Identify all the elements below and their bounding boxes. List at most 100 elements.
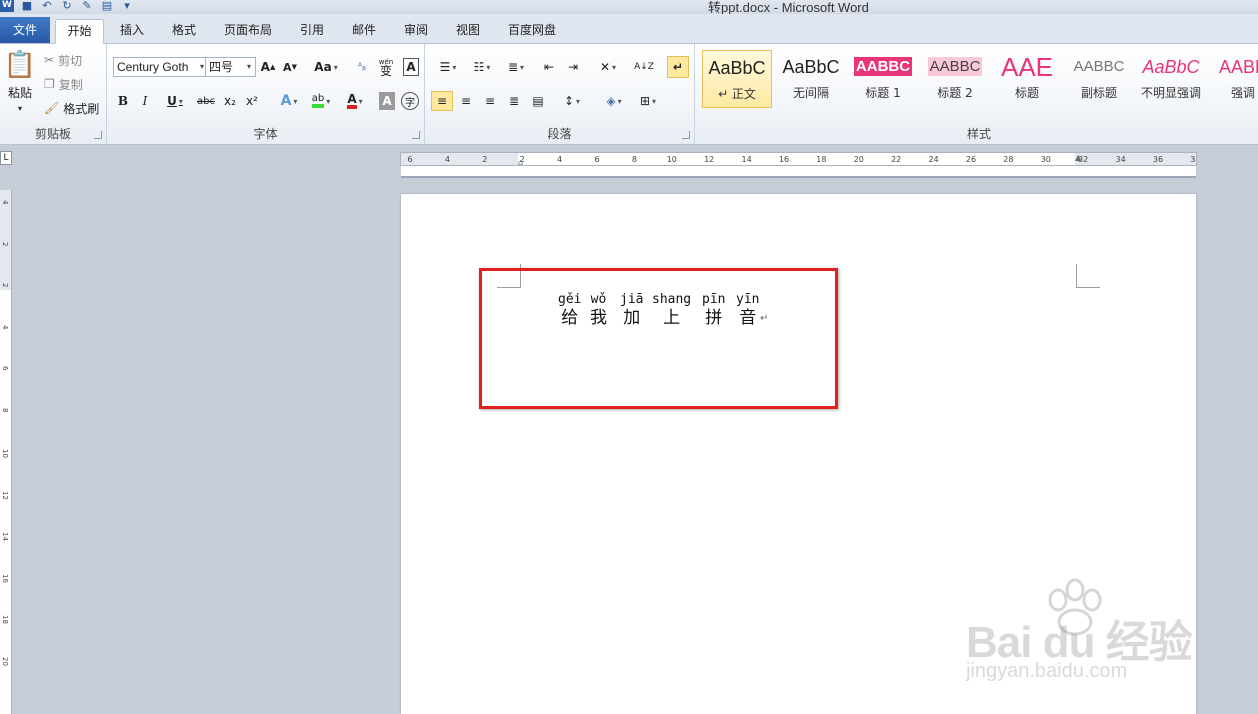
vertical-ruler-tick: 20 (1, 656, 9, 666)
style-emphasis-preview: AABE (1218, 57, 1258, 77)
strikethrough-button[interactable]: abc (195, 92, 217, 110)
tab-insert[interactable]: 插入 (110, 19, 154, 44)
font-name-field[interactable]: Century Goth ▾ (113, 57, 209, 77)
style-heading-1[interactable]: AABBC 标题 1 (848, 50, 918, 108)
show-formatting-marks-icon[interactable]: ↵ (667, 56, 689, 78)
style-heading-1-label: 标题 1 (865, 86, 901, 100)
vertical-ruler-tick: 8 (1, 407, 9, 412)
style-subtitle[interactable]: AABBC 副标题 (1064, 50, 1134, 108)
cut-label: 剪切 (58, 53, 83, 68)
vertical-ruler[interactable]: 4 2 2 4 6 8 10 12 14 16 18 20 (0, 190, 12, 714)
ruler-tick: 28 (1003, 155, 1014, 164)
superscript-button[interactable]: x² (243, 92, 261, 110)
ruler-tick: 36 (1152, 155, 1164, 164)
change-case-button[interactable]: Aa (312, 58, 340, 76)
redo-icon[interactable]: ↻ (60, 0, 74, 12)
tab-review[interactable]: 审阅 (394, 19, 438, 44)
italic-button[interactable]: I (137, 92, 153, 110)
word-icon[interactable]: W (0, 0, 14, 12)
font-launcher-icon[interactable] (412, 131, 420, 139)
multilevel-list-icon[interactable]: ≣ (501, 58, 531, 76)
highlight-box (479, 268, 838, 409)
font-name-value: Century Goth (117, 60, 189, 74)
sort-icon[interactable]: A↓Z (633, 58, 655, 76)
tab-references[interactable]: 引用 (290, 19, 334, 44)
style-title[interactable]: AAE 标题 (992, 50, 1062, 108)
ruler-tick: 16 (778, 155, 790, 164)
style-emphasis[interactable]: AABE 强调 (1208, 50, 1258, 108)
increase-indent-icon[interactable]: ⇥ (563, 58, 583, 76)
bold-button[interactable]: B (115, 92, 131, 110)
ribbon-tabs: 文件 开始 插入 格式 页面布局 引用 邮件 审阅 视图 百度网盘 (0, 14, 1258, 44)
phonetic-guide-button[interactable]: wén 变 (375, 56, 397, 78)
paste-button[interactable]: 粘贴 (2, 84, 38, 100)
style-heading-1-preview: AABBC (853, 57, 913, 76)
line-spacing-icon[interactable]: ↕ (557, 91, 587, 111)
bullets-icon[interactable]: ☰ (433, 58, 463, 76)
align-left-icon[interactable]: ≡ (431, 91, 453, 111)
quick-access-toolbar: W ■ ↶ ↻ ✎ ▤ ▾ (0, 0, 134, 13)
char-shading-icon[interactable]: A (379, 92, 395, 110)
copy-button[interactable]: ❐ 复制 (44, 76, 104, 92)
customize-icon[interactable]: ▾ (120, 0, 134, 12)
tab-mailings[interactable]: 邮件 (342, 19, 386, 44)
clear-format-icon[interactable]: ᴬᵦ (353, 58, 371, 76)
style-heading-2-label: 标题 2 (937, 86, 973, 100)
distributed-icon[interactable]: ▤ (527, 91, 549, 111)
tab-page-layout[interactable]: 页面布局 (216, 19, 280, 44)
numbering-icon[interactable]: ☷ (467, 58, 497, 76)
vertical-ruler-tick: 16 (1, 573, 9, 583)
style-subtle-emphasis[interactable]: AaBbC 不明显强调 (1136, 50, 1206, 108)
justify-icon[interactable]: ≣ (503, 91, 525, 111)
clipboard-launcher-icon[interactable] (94, 131, 102, 139)
format-painter-icon[interactable]: ✎ (80, 0, 94, 12)
paragraph-launcher-icon[interactable] (682, 131, 690, 139)
borders-icon[interactable]: ⊞ (633, 91, 663, 111)
paste-dropdown-icon[interactable]: ▾ (10, 102, 30, 114)
grow-font-button[interactable]: A ▲ (259, 58, 277, 76)
sort-label: A↓Z (634, 61, 654, 72)
horizontal-ruler[interactable]: ⌂ ▲ 6 4 2 2 4 6 8 10 12 14 16 18 20 22 24 26 28 30 32 34 36 3… (400, 152, 1197, 166)
style-normal[interactable]: AaBbC ↵ 正文 (702, 50, 772, 108)
format-painter-button[interactable]: 🖌 格式刷 (44, 100, 106, 116)
tab-selector[interactable]: L (0, 151, 12, 165)
tab-home[interactable]: 开始 (55, 19, 104, 44)
shrink-font-button[interactable]: A ▼ (281, 58, 299, 76)
align-center-icon[interactable]: ≡ (455, 91, 477, 111)
tab-view[interactable]: 视图 (446, 19, 490, 44)
ruler-tick: 12 (704, 155, 715, 164)
style-subtitle-label: 副标题 (1080, 86, 1117, 100)
paste-icon[interactable]: 📋 (4, 48, 36, 82)
chinese-layout-icon[interactable]: ✕ (593, 58, 623, 76)
underline-icon: U (167, 94, 177, 108)
subscript-button[interactable]: x₂ (221, 92, 239, 110)
style-no-spacing[interactable]: AaBbC 无间隔 (776, 50, 846, 108)
font-size-field[interactable]: 四号 ▾ (205, 57, 256, 77)
enclose-char-icon[interactable]: 字 (401, 92, 419, 110)
ruler-tick: 4 (444, 155, 450, 164)
cut-button[interactable]: ✂ 剪切 (44, 52, 104, 68)
highlight-button[interactable]: ab (307, 92, 335, 110)
text-effects-icon: A (280, 93, 292, 109)
font-color-button[interactable]: A (341, 92, 369, 110)
tab-file[interactable]: 文件 (0, 17, 50, 43)
style-subtle-emphasis-label: 不明显强调 (1140, 86, 1201, 100)
text-effects-button[interactable]: A (275, 92, 303, 110)
change-case-icon: Aa (314, 60, 332, 74)
char-border-label: A (406, 60, 416, 74)
decrease-indent-icon[interactable]: ⇤ (539, 58, 559, 76)
style-heading-2[interactable]: AABBC 标题 2 (920, 50, 990, 108)
shading-icon[interactable]: ◈ (599, 91, 629, 111)
print-icon[interactable]: ▤ (100, 0, 114, 12)
paragraph-group-label: 段落 (547, 127, 572, 141)
ruler-tick: 38 (1190, 155, 1196, 164)
font-size-dropdown-icon[interactable]: ▾ (243, 58, 255, 76)
vertical-ruler-tick: 6 (1, 366, 9, 371)
save-icon[interactable]: ■ (20, 0, 34, 12)
tab-format[interactable]: 格式 (162, 19, 206, 44)
align-right-icon[interactable]: ≡ (479, 91, 501, 111)
undo-icon[interactable]: ↶ (40, 0, 54, 12)
underline-button[interactable]: U (161, 92, 189, 110)
char-border-icon[interactable]: A (403, 58, 419, 76)
tab-baidu-netdisk[interactable]: 百度网盘 (498, 19, 566, 44)
